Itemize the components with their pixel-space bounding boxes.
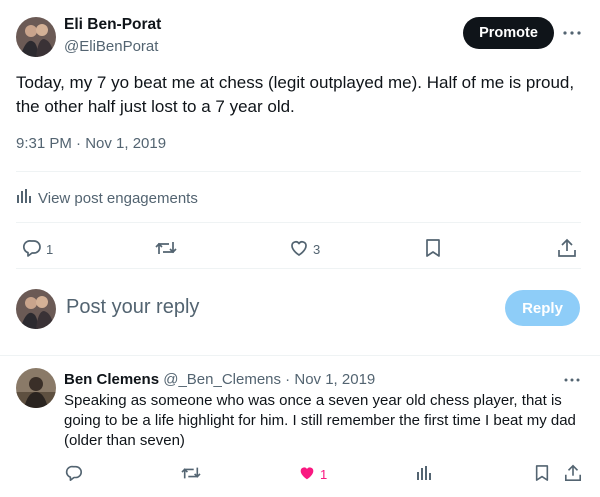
reply-button[interactable]: Reply	[505, 290, 580, 326]
reply-like-action[interactable]: 1	[298, 464, 327, 485]
like-count: 3	[313, 242, 321, 257]
share-icon	[564, 464, 582, 485]
reply-reply-action[interactable]	[65, 464, 83, 485]
engagements-label: View post engagements	[38, 189, 198, 207]
bookmark-icon	[424, 238, 442, 261]
divider	[16, 171, 581, 172]
reply-analytics-action[interactable]	[416, 465, 432, 484]
reply-action[interactable]: 1	[22, 238, 53, 261]
reply-bookmark-action[interactable]	[534, 464, 550, 485]
share-icon	[557, 238, 577, 261]
like-action[interactable]: 3	[289, 238, 320, 261]
reply-count: 1	[46, 242, 54, 257]
reply-header: Ben Clemens @_Ben_Clemens · Nov 1, 2019	[64, 371, 375, 388]
author-avatar[interactable]	[16, 17, 56, 57]
reply-share-action[interactable]	[564, 464, 582, 485]
user-avatar[interactable]	[16, 289, 56, 329]
bookmark-action[interactable]	[424, 238, 442, 261]
author-handle[interactable]: @EliBenPorat	[64, 38, 158, 55]
reply-text: Speaking as someone who was once a seven…	[64, 392, 576, 449]
reply-like-count: 1	[320, 467, 328, 482]
author-name[interactable]: Eli Ben-Porat	[64, 16, 161, 34]
reply-repost-action[interactable]	[181, 464, 201, 485]
separator: ·	[281, 371, 295, 388]
view-engagements-link[interactable]: View post engagements	[16, 188, 198, 208]
analytics-icon	[416, 465, 432, 484]
reply-date[interactable]: Nov 1, 2019	[294, 371, 375, 388]
divider	[16, 222, 581, 223]
post-timestamp[interactable]: 9:31 PM · Nov 1, 2019	[16, 135, 166, 152]
liked-heart-icon	[298, 464, 316, 485]
reply-more-options-icon[interactable]	[562, 371, 582, 389]
like-icon	[289, 238, 309, 261]
reply-icon	[65, 464, 83, 485]
more-options-icon[interactable]	[561, 23, 583, 43]
post-text: Today, my 7 yo beat me at chess (legit o…	[16, 73, 575, 116]
divider	[0, 355, 600, 356]
reply-input[interactable]: Post your reply	[66, 296, 199, 319]
repost-icon	[181, 464, 201, 485]
reply-author-handle[interactable]: @_Ben_Clemens	[163, 371, 281, 388]
bookmark-icon	[534, 464, 550, 485]
promote-button[interactable]: Promote	[463, 17, 554, 49]
reply-icon	[22, 238, 42, 261]
divider	[16, 268, 581, 269]
reply-author-name[interactable]: Ben Clemens	[64, 371, 159, 388]
repost-icon	[155, 238, 177, 261]
share-action[interactable]	[557, 238, 577, 261]
analytics-icon	[16, 188, 32, 208]
repost-action[interactable]	[155, 238, 177, 261]
reply-author-avatar[interactable]	[16, 368, 56, 408]
